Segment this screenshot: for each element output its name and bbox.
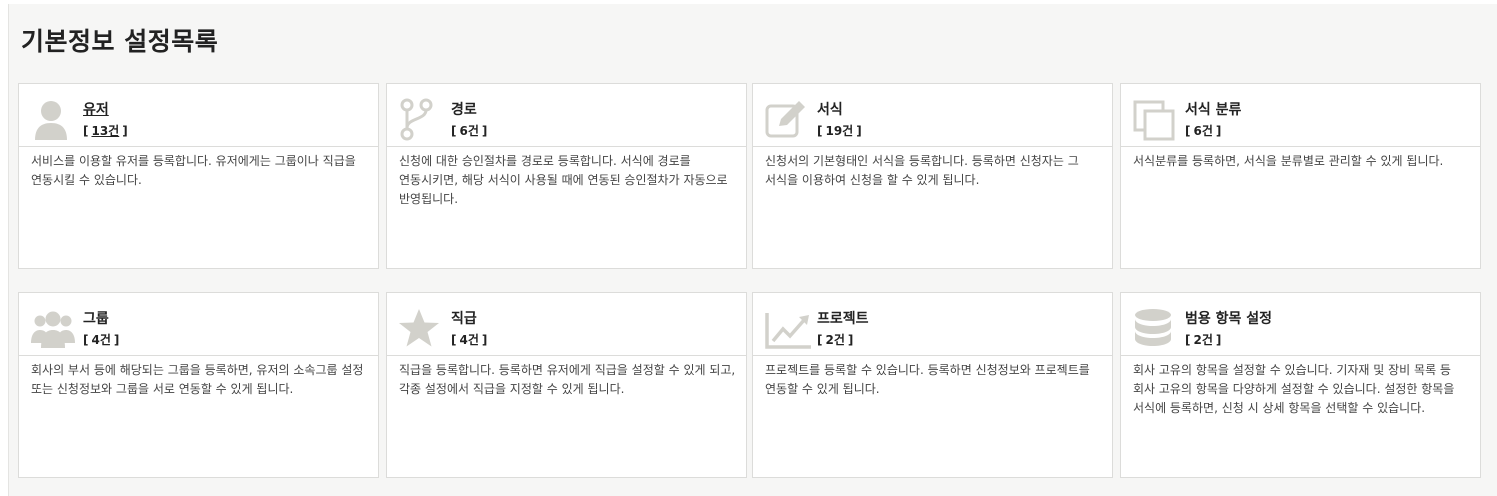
card-header: 서식 분류 [6건] xyxy=(1121,84,1480,147)
card-header: 직급 [4건] xyxy=(387,293,746,356)
card-header: 유저 [13건] xyxy=(19,84,378,147)
card-title[interactable]: 서식 xyxy=(817,99,843,119)
card-count: [4건] xyxy=(83,333,120,347)
card-header: 범용 항목 설정 [2건] xyxy=(1121,293,1480,356)
card-project: 프로젝트 [2건] 프로젝트를 등록할 수 있습니다. 등록하면 신청정보와 프… xyxy=(752,292,1113,478)
card-general-items: 범용 항목 설정 [2건] 회사 고유의 항목을 설정할 수 있습니다. 기자재… xyxy=(1120,292,1481,478)
form-edit-icon xyxy=(765,98,813,142)
card-group: 그룹 [4건] 회사의 부서 등에 해당되는 그룹을 등록하면, 유저의 소속그… xyxy=(18,292,379,478)
card-position: 직급 [4건] 직급을 등록합니다. 등록하면 유저에게 직급을 설정할 수 있… xyxy=(386,292,747,478)
card-title[interactable]: 직급 xyxy=(451,308,477,328)
page-title: 기본정보 설정목록 xyxy=(21,27,219,56)
card-description: 서비스를 이용할 유저를 등록합니다. 유저에게는 그룹이나 직급을 연동시킬 … xyxy=(31,154,356,187)
count-value: 4건 xyxy=(459,333,479,347)
chart-line-icon xyxy=(765,307,813,351)
count-value: 19건 xyxy=(825,124,854,138)
card-title[interactable]: 범용 항목 설정 xyxy=(1185,308,1272,328)
count-value: 6건 xyxy=(1193,124,1213,138)
count-value: 6건 xyxy=(459,124,479,138)
card-header: 프로젝트 [2건] xyxy=(753,293,1112,356)
card-title[interactable]: 경로 xyxy=(451,99,477,119)
card-form: 서식 [19건] 신청서의 기본형태인 서식을 등록합니다. 등록하면 신청자는… xyxy=(752,83,1113,269)
copy-icon xyxy=(1133,98,1181,142)
count-value: 2건 xyxy=(1193,333,1213,347)
card-title[interactable]: 서식 분류 xyxy=(1185,99,1241,119)
card-description: 신청에 대한 승인절차를 경로로 등록합니다. 서식에 경로를 연동시키면, 해… xyxy=(399,154,728,206)
card-count: [6건] xyxy=(451,124,488,138)
card-description: 프로젝트를 등록할 수 있습니다. 등록하면 신청정보와 프로젝트를 연동할 수… xyxy=(765,363,1090,396)
card-header: 경로 [6건] xyxy=(387,84,746,147)
card-count: [19건] xyxy=(817,124,862,138)
card-description: 회사의 부서 등에 해당되는 그룹을 등록하면, 유저의 소속그룹 설정 또는 … xyxy=(31,363,364,396)
card-count: [6건] xyxy=(1185,124,1222,138)
card-count: [13건] xyxy=(83,124,128,138)
star-icon xyxy=(399,307,447,351)
card-description: 회사 고유의 항목을 설정할 수 있습니다. 기자재 및 장비 목록 등 회사 … xyxy=(1133,363,1455,415)
card-count: [4건] xyxy=(451,333,488,347)
card-title[interactable]: 그룹 xyxy=(83,308,109,328)
card-user: 유저 [13건] 서비스를 이용할 유저를 등록합니다. 유저에게는 그룹이나 … xyxy=(18,83,379,269)
user-icon xyxy=(31,98,79,142)
card-count: [2건] xyxy=(817,333,854,347)
route-icon xyxy=(399,98,447,142)
card-header: 서식 [19건] xyxy=(753,84,1112,147)
card-count: [2건] xyxy=(1185,333,1222,347)
card-title-link[interactable]: 유저 xyxy=(83,99,109,119)
card-route: 경로 [6건] 신청에 대한 승인절차를 경로로 등록합니다. 서식에 경로를 … xyxy=(386,83,747,269)
card-header: 그룹 [4건] xyxy=(19,293,378,356)
count-value: 4건 xyxy=(91,333,111,347)
card-description: 신청서의 기본형태인 서식을 등록합니다. 등록하면 신청자는 그 서식을 이용… xyxy=(765,154,1079,187)
card-description: 서식분류를 등록하면, 서식을 분류별로 관리할 수 있게 됩니다. xyxy=(1133,154,1444,168)
database-icon xyxy=(1133,307,1181,351)
count-link[interactable]: 13건 xyxy=(91,124,119,138)
card-form-category: 서식 분류 [6건] 서식분류를 등록하면, 서식을 분류별로 관리할 수 있게… xyxy=(1120,83,1481,269)
group-icon xyxy=(31,307,79,351)
count-value: 2건 xyxy=(825,333,845,347)
card-title[interactable]: 프로젝트 xyxy=(817,308,869,328)
card-description: 직급을 등록합니다. 등록하면 유저에게 직급을 설정할 수 있게 되고, 각종… xyxy=(399,363,736,396)
